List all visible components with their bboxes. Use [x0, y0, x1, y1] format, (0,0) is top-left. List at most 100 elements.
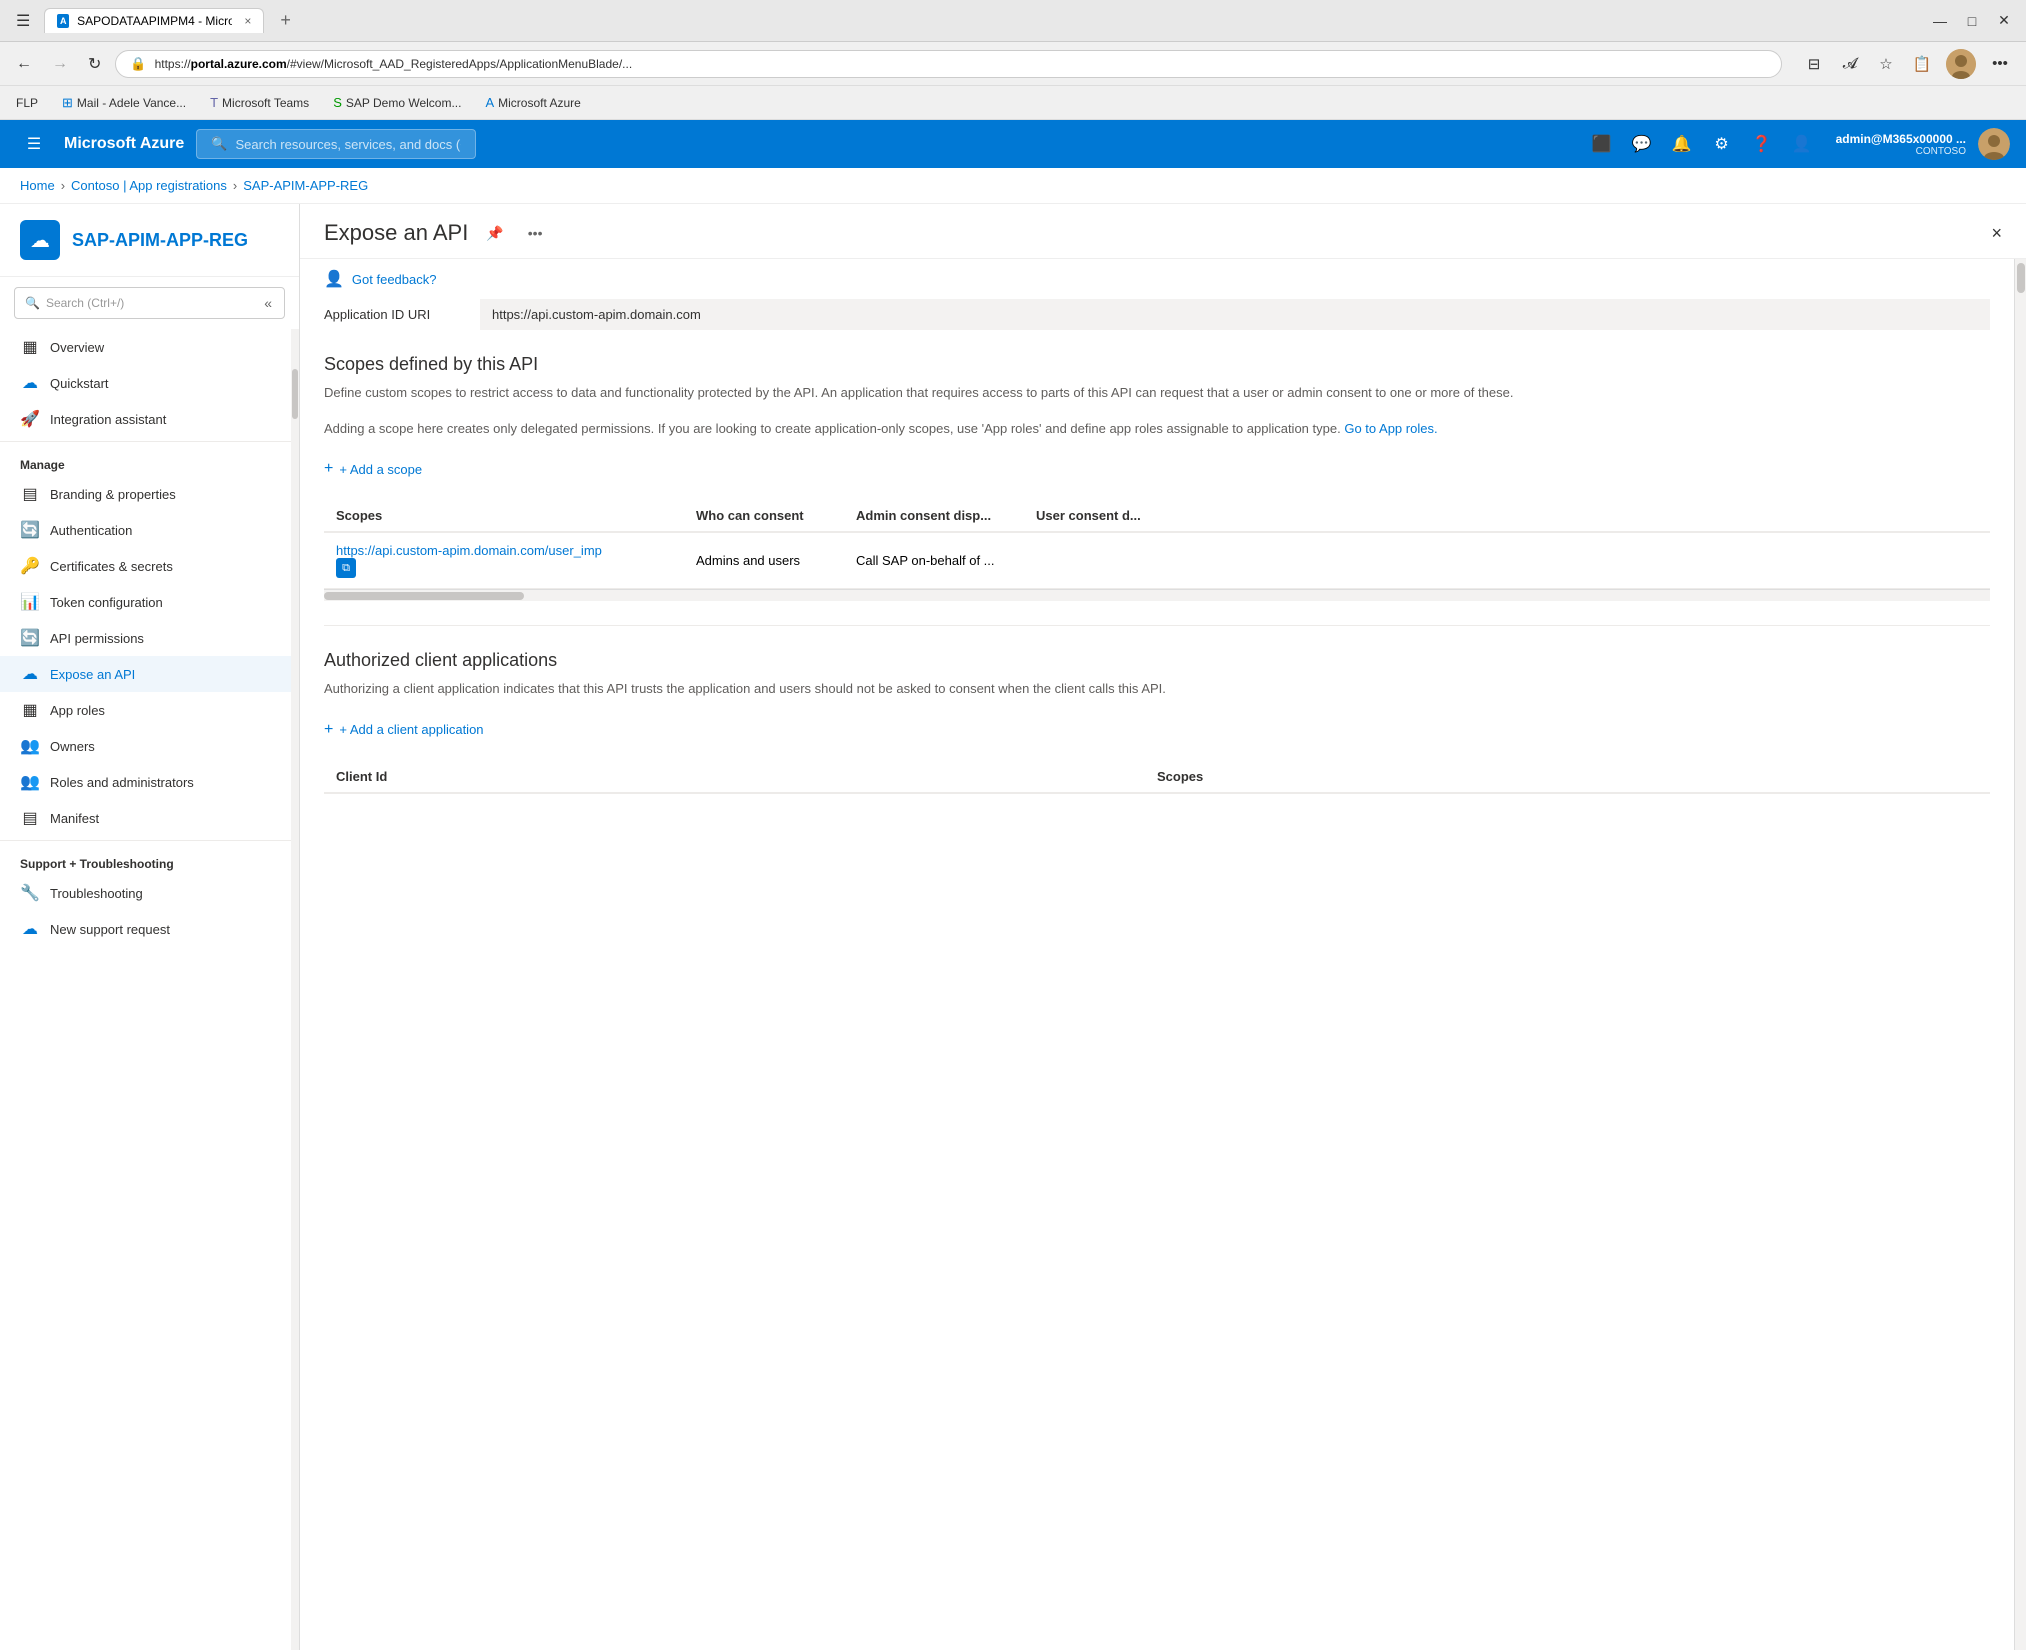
- collections-btn[interactable]: 📋: [1906, 48, 1938, 80]
- table-scrollbar-h[interactable]: [324, 589, 1990, 601]
- sidebar-item-api-permissions[interactable]: 🔄 API permissions: [0, 620, 291, 656]
- split-view-btn[interactable]: ⊟: [1798, 48, 1830, 80]
- azure-search-box[interactable]: 🔍: [196, 129, 476, 159]
- sidebar-item-roles-admins[interactable]: 👥 Roles and administrators: [0, 764, 291, 800]
- sidebar-item-new-support[interactable]: ☁ New support request: [0, 911, 291, 947]
- azure-search-input[interactable]: [236, 137, 462, 152]
- minimize-btn[interactable]: —: [1928, 9, 1952, 33]
- breadcrumb-app-registrations[interactable]: Contoso | App registrations: [71, 178, 227, 193]
- close-panel-btn[interactable]: ×: [1991, 223, 2002, 244]
- add-client-label: + Add a client application: [339, 722, 483, 737]
- scopes-desc1: Define custom scopes to restrict access …: [324, 383, 1990, 403]
- account-btn[interactable]: 👤: [1784, 126, 1820, 162]
- bookmark-flp[interactable]: FLP: [10, 93, 44, 113]
- scope-link[interactable]: https://api.custom-apim.domain.com/user_…: [336, 543, 696, 558]
- settings-btn[interactable]: ⚙: [1704, 126, 1740, 162]
- sidebar-item-integration[interactable]: 🚀 Integration assistant: [0, 401, 291, 437]
- go-to-app-roles-link[interactable]: Go to App roles.: [1344, 421, 1437, 436]
- nav-search-input[interactable]: [46, 296, 256, 310]
- section-divider: [324, 625, 1990, 626]
- sidebar-item-token[interactable]: 📊 Token configuration: [0, 584, 291, 620]
- sidebar-item-overview[interactable]: ▦ Overview: [0, 329, 291, 365]
- window-close-btn[interactable]: ✕: [1992, 9, 2016, 33]
- favorites-btn[interactable]: ☆: [1870, 48, 1902, 80]
- scopes-table-header: Scopes Who can consent Admin consent dis…: [324, 500, 1990, 533]
- feedback-icon: 👤: [324, 269, 344, 289]
- sidebar-item-troubleshooting[interactable]: 🔧 Troubleshooting: [0, 875, 291, 911]
- profile-avatar[interactable]: [1946, 49, 1976, 79]
- add-client-btn[interactable]: + + Add a client application: [324, 715, 484, 745]
- mail-icon: ⊞: [62, 95, 73, 111]
- browser-tab[interactable]: A SAPODATAAPIMPM4 - Microsof... ×: [44, 8, 264, 33]
- more-options-btn[interactable]: •••: [522, 221, 549, 245]
- bookmark-azure[interactable]: A Microsoft Azure: [479, 92, 586, 113]
- topbar-avatar[interactable]: [1978, 128, 2010, 160]
- more-btn[interactable]: •••: [1984, 48, 2016, 80]
- right-scroll-thumb: [2017, 263, 2025, 293]
- manage-section-label: Manage: [0, 446, 291, 476]
- sidebar-item-expose-api[interactable]: ☁ Expose an API: [0, 656, 291, 692]
- new-tab-btn[interactable]: +: [272, 8, 299, 33]
- help-btn[interactable]: ❓: [1744, 126, 1780, 162]
- bookmark-azure-label: Microsoft Azure: [498, 96, 581, 110]
- notifications-btn[interactable]: 🔔: [1664, 126, 1700, 162]
- sidebar-item-authentication[interactable]: 🔄 Authentication: [0, 512, 291, 548]
- bookmark-teams[interactable]: T Microsoft Teams: [204, 92, 315, 113]
- app-name: SAP-APIM-APP-REG: [72, 230, 248, 251]
- manifest-icon: ▤: [20, 808, 40, 828]
- col-header-client-scopes: Scopes: [1157, 769, 1978, 784]
- forward-btn[interactable]: →: [46, 51, 74, 77]
- col-header-admin: Admin consent disp...: [856, 508, 1036, 523]
- sidebar-item-quickstart[interactable]: ☁ Quickstart: [0, 365, 291, 401]
- right-content-scrollbar[interactable]: [2014, 259, 2026, 1650]
- bookmark-mail-label: Mail - Adele Vance...: [77, 96, 186, 110]
- nav-search-box[interactable]: 🔍 «: [14, 287, 285, 319]
- sidebar-authentication-label: Authentication: [50, 523, 132, 538]
- sidebar-item-owners[interactable]: 👥 Owners: [0, 728, 291, 764]
- sidebar-item-app-roles[interactable]: ▦ App roles: [0, 692, 291, 728]
- sidebar-item-certificates[interactable]: 🔑 Certificates & secrets: [0, 548, 291, 584]
- right-content-area: 👤 Got feedback? Application ID URI Scope…: [300, 259, 2014, 1650]
- feedback-btn[interactable]: 💬: [1624, 126, 1660, 162]
- bookmark-sap[interactable]: S SAP Demo Welcom...: [327, 92, 467, 113]
- back-btn[interactable]: ←: [10, 51, 38, 77]
- refresh-btn[interactable]: ↻: [82, 50, 107, 78]
- sidebar-app-roles-label: App roles: [50, 703, 105, 718]
- tab-close-btn[interactable]: ×: [244, 14, 251, 28]
- collapse-nav-btn[interactable]: «: [262, 293, 274, 313]
- sidebar-new-support-label: New support request: [50, 922, 170, 937]
- sidebar-item-branding[interactable]: ▤ Branding & properties: [0, 476, 291, 512]
- read-mode-btn[interactable]: 𝓐: [1834, 48, 1866, 80]
- panel-header: Expose an API 📌 ••• ×: [300, 204, 2026, 259]
- breadcrumb-home[interactable]: Home: [20, 178, 55, 193]
- breadcrumb-current: SAP-APIM-APP-REG: [243, 178, 368, 193]
- app-id-uri-input[interactable]: [480, 299, 1990, 330]
- window-controls: — □ ✕: [1928, 9, 2016, 33]
- user-tenant: CONTOSO: [1916, 146, 1966, 157]
- main-content: Application ID URI Scopes defined by thi…: [300, 299, 2014, 818]
- add-scope-btn[interactable]: + + Add a scope: [324, 454, 422, 484]
- feedback-bar[interactable]: 👤 Got feedback?: [300, 259, 2014, 299]
- scopes-title: Scopes defined by this API: [324, 354, 1990, 375]
- api-permissions-icon: 🔄: [20, 628, 40, 648]
- nav-divider-1: [0, 441, 291, 442]
- sidebar-manifest-label: Manifest: [50, 811, 99, 826]
- azure-hamburger-btn[interactable]: ☰: [16, 126, 52, 162]
- cloud-shell-btn[interactable]: ⬛: [1584, 126, 1620, 162]
- feedback-label: Got feedback?: [352, 272, 437, 287]
- sidebar-toggle-btn[interactable]: ☰: [10, 9, 36, 33]
- expose-api-icon: ☁: [20, 664, 40, 684]
- bookmark-mail[interactable]: ⊞ Mail - Adele Vance...: [56, 92, 192, 114]
- teams-icon: T: [210, 95, 218, 110]
- pin-btn[interactable]: 📌: [480, 221, 509, 246]
- left-nav-scrollbar[interactable]: [291, 329, 299, 1650]
- lock-icon: 🔒: [130, 56, 146, 72]
- user-name: admin@M365x00000 ...: [1836, 132, 1966, 146]
- bookmark-teams-label: Microsoft Teams: [222, 96, 309, 110]
- authentication-icon: 🔄: [20, 520, 40, 540]
- address-bar[interactable]: 🔒 https://portal.azure.com/#view/Microso…: [115, 50, 1782, 78]
- maximize-btn[interactable]: □: [1960, 9, 1984, 33]
- sidebar-item-manifest[interactable]: ▤ Manifest: [0, 800, 291, 836]
- quickstart-icon: ☁: [20, 373, 40, 393]
- copy-scope-btn[interactable]: ⧉: [336, 558, 356, 578]
